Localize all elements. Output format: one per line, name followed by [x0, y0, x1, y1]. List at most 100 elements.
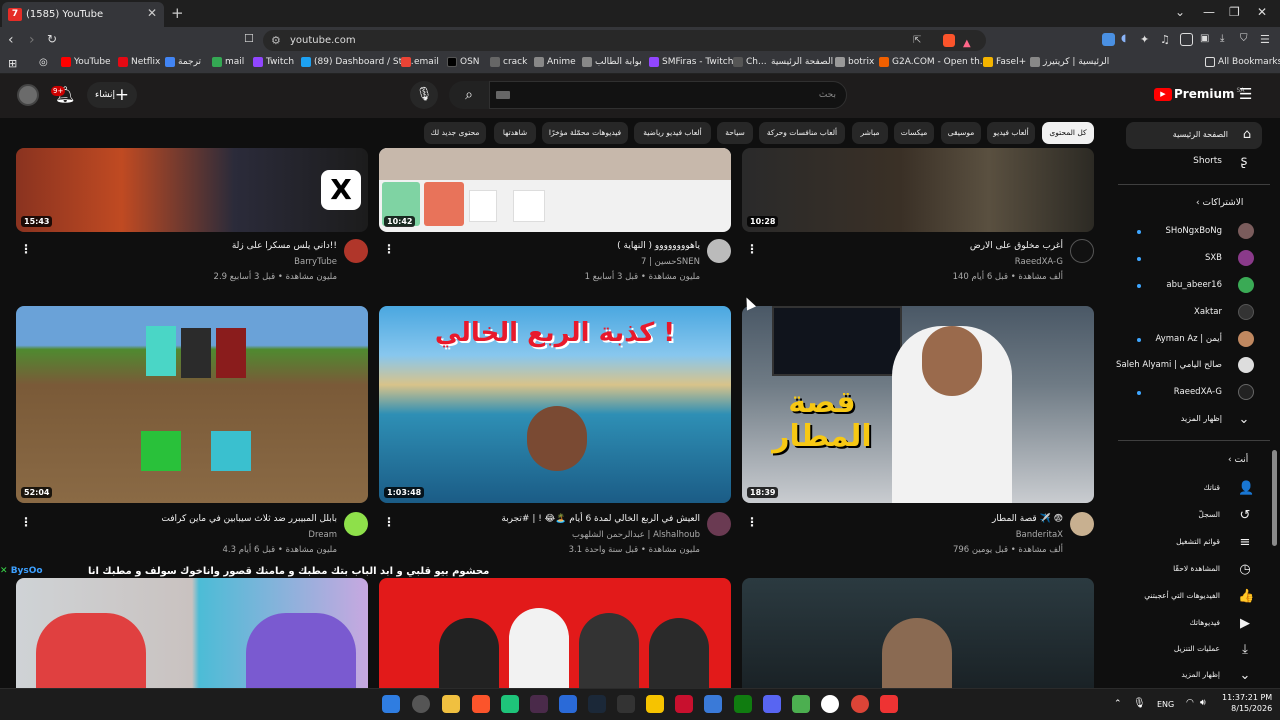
browser-tab-youtube[interactable]: 7 (1585) YouTube ✕ [2, 2, 164, 27]
language-indicator[interactable]: ENG [1157, 700, 1174, 709]
bookmark-item[interactable]: الرئيسية | كريتيرز [1030, 57, 1109, 67]
maximize-button[interactable]: ❐ [1229, 5, 1240, 19]
chip[interactable]: فيديوهات محمّلة مؤخرًا [542, 122, 628, 144]
taskbar-app-icon[interactable] [501, 695, 519, 713]
create-button[interactable]: إنشاء + [87, 82, 137, 108]
forward-button[interactable]: › [29, 32, 35, 48]
chip[interactable]: سياحة [717, 122, 753, 144]
bookmark-item[interactable]: الصفحة الرئيسية [771, 57, 833, 67]
sidebar-item-liked-videos[interactable]: الفيديوهات التي أعجبتني 👍 [1126, 587, 1262, 607]
bookmark-item[interactable]: crack [490, 57, 527, 67]
minimize-button[interactable]: — [1203, 5, 1215, 19]
guide-menu-icon[interactable]: ☰ [1239, 85, 1252, 103]
bookmark-item[interactable]: Fasel+ [983, 57, 1026, 67]
video-thumbnail[interactable]: 10:42 [379, 148, 731, 232]
close-overlay-icon[interactable]: ✕ [0, 566, 11, 576]
bookmark-item[interactable]: بوابة الطالب [582, 57, 642, 67]
apps-grid-icon[interactable]: ⊞ [8, 57, 17, 70]
channel-avatar[interactable] [1070, 512, 1094, 536]
chip[interactable]: ألعاب فيديو رياضية [634, 122, 711, 144]
channel-name[interactable]: BarryTube [294, 257, 337, 267]
sidebar-item-your-channel[interactable]: قناتك 👤 [1126, 479, 1262, 499]
more-options-icon[interactable]: ⋮ [383, 515, 395, 529]
voice-search-mic-icon[interactable]: 🎙︎ [410, 81, 438, 109]
bookmark-item[interactable]: mail [212, 57, 244, 67]
sidebar-scrollbar[interactable] [1272, 450, 1277, 546]
taskbar-app-icon[interactable] [675, 695, 693, 713]
chip[interactable]: مباشر [852, 122, 888, 144]
video-thumbnail[interactable]: كذبة الربع الخالي ! 1:03:48 [379, 306, 731, 503]
extension-audio-icon[interactable]: ◖ [1121, 33, 1134, 46]
subscriptions-header[interactable]: ‹ الاشتراكات [1196, 198, 1243, 208]
bookmark-item[interactable]: SMFiras - Twitch [649, 57, 733, 67]
close-window-button[interactable]: ✕ [1257, 5, 1267, 19]
more-options-icon[interactable]: ⋮ [746, 242, 758, 256]
taskbar-app-icon[interactable] [880, 695, 898, 713]
extensions-puzzle-icon[interactable]: ✦ [1140, 33, 1153, 46]
brave-shield-icon[interactable] [943, 34, 955, 47]
search-icon[interactable]: ⌕ [449, 81, 489, 109]
channel-name[interactable]: BanderitaX [1016, 530, 1063, 540]
system-clock[interactable]: 11:37:21 PM 8/15/2026 [1222, 692, 1272, 714]
xbox-icon[interactable] [734, 695, 752, 713]
sidebar-item-your-videos[interactable]: فيديوهاتك ▶ [1126, 614, 1262, 634]
mic-tray-icon[interactable]: 🎙︎ [1133, 698, 1146, 709]
tray-overflow-icon[interactable]: ⌃ [1114, 699, 1122, 709]
sidebar-item-history[interactable]: السجلّ ↺ [1126, 506, 1262, 526]
chip[interactable]: ميكسات [894, 122, 934, 144]
video-thumbnail[interactable] [16, 578, 368, 688]
account-avatar[interactable] [17, 84, 39, 106]
video-title[interactable]: بابلل المبيبرر ضد ثلاث سيبابين في ماين ك… [161, 514, 337, 524]
media-controls-icon[interactable]: ♫ [1160, 33, 1173, 46]
video-thumbnail[interactable] [379, 578, 731, 688]
sidebar-item-show-more[interactable]: إظهار المزيد ⌄ [1126, 666, 1262, 686]
new-tab-button[interactable]: + [171, 4, 184, 22]
volume-icon[interactable]: 🔊︎ [1200, 698, 1206, 708]
taskbar-app-icon[interactable] [704, 695, 722, 713]
bookmark-item[interactable]: ترجمة [165, 57, 201, 67]
windows-start-icon[interactable] [382, 695, 400, 713]
vpn-shield-icon[interactable]: ⛉ [1240, 33, 1253, 46]
bookmark-item[interactable]: Ch... [733, 57, 767, 67]
channel-avatar[interactable] [1070, 239, 1094, 263]
sidebar-item-shorts[interactable]: Shorts ʂ [1126, 150, 1262, 174]
video-thumbnail[interactable]: 10:28 [742, 148, 1094, 232]
sidebar-item-home[interactable]: الصفحة الرئيسية ⌂ [1126, 122, 1262, 149]
more-options-icon[interactable]: ⋮ [20, 242, 32, 256]
sidebar-toggle-icon[interactable] [1180, 33, 1193, 46]
all-bookmarks-folder[interactable]: All Bookmarks [1205, 57, 1280, 67]
chip[interactable]: ألعاب فيديو [987, 122, 1035, 144]
video-thumbnail[interactable]: 52:04 [16, 306, 368, 503]
you-section-header[interactable]: ‹ أنت [1228, 455, 1248, 465]
subscription-channel[interactable]: Ayman Az | أيمن [1155, 334, 1222, 344]
keyboard-icon[interactable] [496, 91, 510, 99]
sidebar-item-watch-later[interactable]: المشاهدة لاحقًا ◷ [1126, 560, 1262, 580]
bookmark-item[interactable]: Anime [534, 57, 576, 67]
channel-avatar[interactable] [707, 512, 731, 536]
search-input[interactable]: بحث [489, 81, 847, 109]
subscription-channel[interactable]: Xaktar [1194, 307, 1222, 317]
brave-rewards-icon[interactable]: ▲ [963, 33, 971, 54]
channel-name[interactable]: حسين | 7SNEN [641, 257, 700, 267]
chip[interactable]: موسيقى [941, 122, 981, 144]
file-explorer-icon[interactable] [442, 695, 460, 713]
channel-name[interactable]: Dream [308, 530, 337, 540]
video-title[interactable]: قصة المطار ✈️ 😨 [992, 514, 1063, 524]
close-tab-icon[interactable]: ✕ [147, 6, 157, 20]
subscription-channel[interactable]: SXB [1205, 253, 1222, 263]
chip[interactable]: شاهدتها [494, 122, 536, 144]
wallet-icon[interactable]: ▣ [1200, 33, 1213, 46]
wifi-icon[interactable]: ◠ [1186, 698, 1194, 708]
video-title[interactable]: داني يلس مسكرا على زلة!! [232, 241, 337, 251]
channel-avatar[interactable] [707, 239, 731, 263]
subscription-channel[interactable]: abu_abeer16 [1166, 280, 1222, 290]
tab-search-icon[interactable]: ⌄ [1175, 5, 1185, 19]
epic-games-icon[interactable] [617, 695, 635, 713]
video-thumbnail[interactable]: X 15:43 [16, 148, 368, 232]
channel-name[interactable]: RaeedXA-G [1015, 257, 1063, 267]
browser-menu-icon[interactable]: ☰ [1260, 33, 1273, 46]
taskbar-app-icon[interactable] [530, 695, 548, 713]
download-icon[interactable]: ⤓ [1220, 33, 1233, 46]
subscription-channel[interactable]: Saleh Alyami | صالح اليامي [1116, 360, 1222, 370]
bookmark-item[interactable]: botrix [835, 57, 874, 67]
